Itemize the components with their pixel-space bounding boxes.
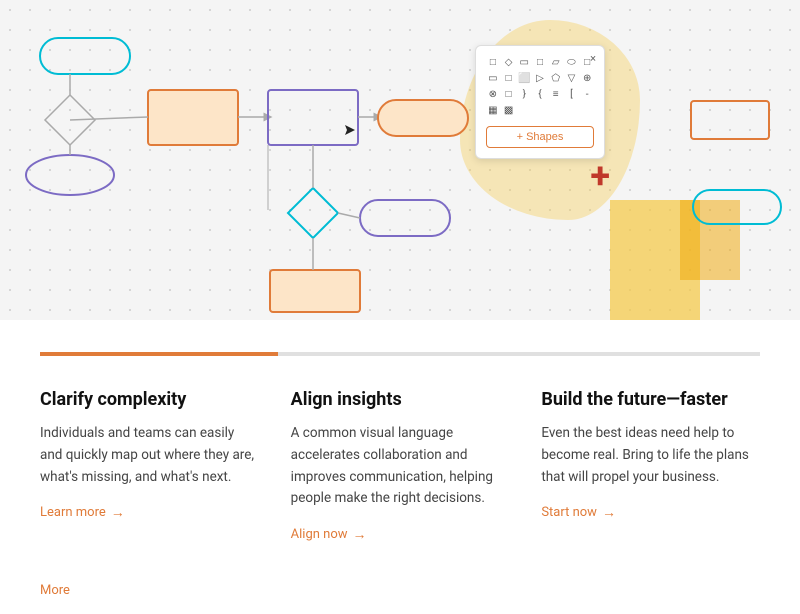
feature-2-arrow: → bbox=[353, 526, 367, 543]
shape-icons-grid: □ ◇ ▭ □ ▱ ⬭ □ ▭ □ ⬜ ▷ ⬠ ▽ ⊕ ⊗ □ } { ≡ [ … bbox=[486, 56, 594, 118]
feature-3-title: Build the future—faster bbox=[541, 388, 760, 411]
progress-rest bbox=[278, 352, 760, 356]
feature-2-link-text: Align now bbox=[291, 527, 348, 542]
feature-build: Build the future—faster Even the best id… bbox=[541, 388, 760, 543]
plus-icon: + bbox=[590, 155, 610, 197]
shapes-panel: × □ ◇ ▭ □ ▱ ⬭ □ ▭ □ ⬜ ▷ ⬠ ▽ ⊕ ⊗ □ } { ≡ … bbox=[475, 45, 605, 159]
feature-2-link[interactable]: Align now → bbox=[291, 526, 510, 543]
feature-3-desc: Even the best ideas need help to become … bbox=[541, 423, 760, 488]
feature-2-desc: A common visual language accelerates col… bbox=[291, 423, 510, 509]
diagram-section: + bbox=[0, 0, 800, 320]
feature-2-title: Align insights bbox=[291, 388, 510, 411]
feature-clarify: Clarify complexity Individuals and teams… bbox=[40, 388, 259, 543]
flowchart-svg bbox=[0, 0, 800, 320]
progress-bar bbox=[40, 352, 760, 356]
feature-1-title: Clarify complexity bbox=[40, 388, 259, 411]
add-shapes-button[interactable]: + Shapes bbox=[486, 126, 594, 148]
progress-fill bbox=[40, 352, 278, 356]
features-grid: Clarify complexity Individuals and teams… bbox=[40, 388, 760, 543]
feature-1-desc: Individuals and teams can easily and qui… bbox=[40, 423, 259, 488]
content-section: Clarify complexity Individuals and teams… bbox=[0, 320, 800, 583]
close-icon[interactable]: × bbox=[590, 52, 596, 65]
feature-align: Align insights A common visual language … bbox=[291, 388, 510, 543]
more-label[interactable]: More bbox=[0, 583, 800, 614]
